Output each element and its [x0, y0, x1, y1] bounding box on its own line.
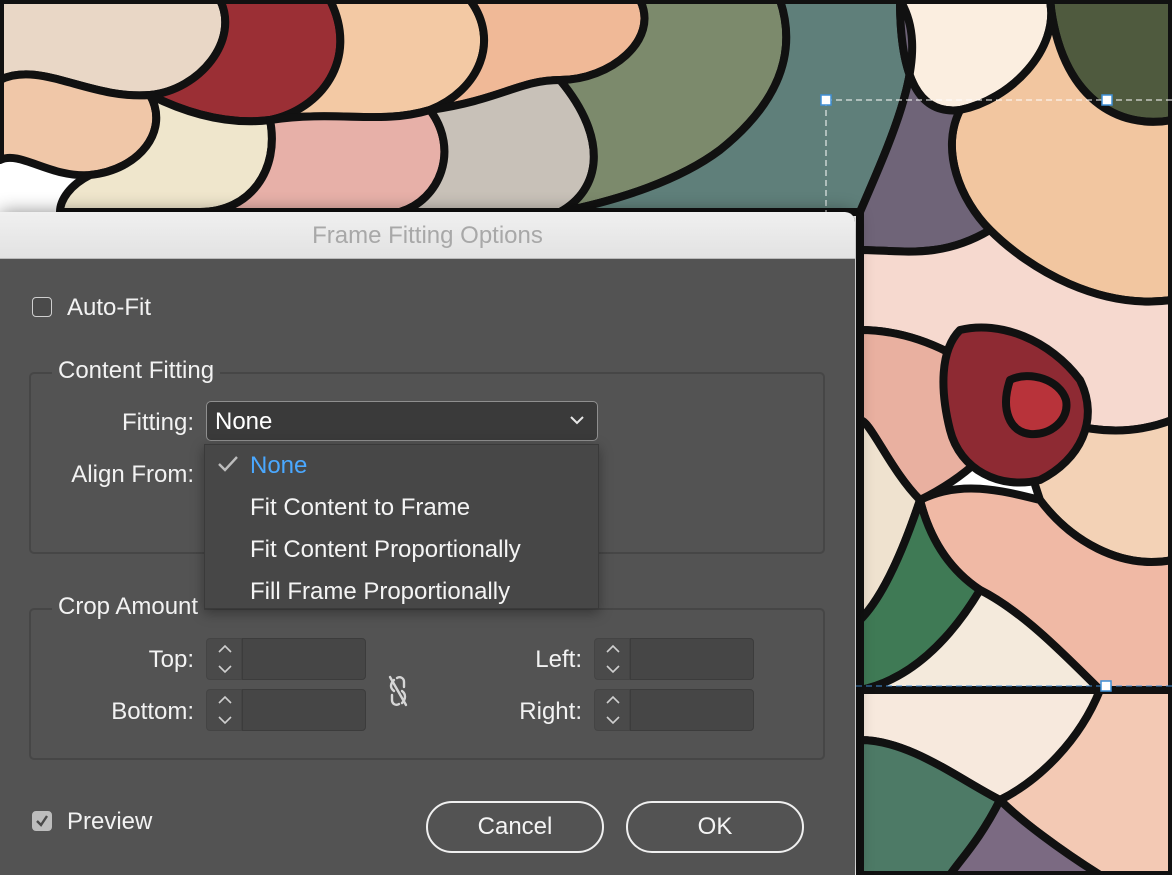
preview-label: Preview	[67, 808, 153, 835]
right-input[interactable]	[630, 689, 754, 731]
bottom-input[interactable]	[242, 689, 366, 731]
auto-fit-checkbox[interactable]	[32, 297, 52, 317]
crop-amount-group	[29, 608, 825, 760]
menu-item-fit-content-to-frame[interactable]: Fit Content to Frame	[250, 494, 470, 522]
checkmark-icon	[218, 456, 238, 472]
stepper-arrows-icon	[218, 644, 232, 674]
top-stepper[interactable]	[206, 638, 242, 680]
fitting-dropdown-value: None	[215, 408, 273, 435]
top-input[interactable]	[242, 638, 366, 680]
top-label: Top:	[148, 646, 194, 673]
align-from-label: Align From:	[71, 461, 194, 488]
dialog-titlebar[interactable]: Frame Fitting Options	[0, 212, 855, 259]
right-stepper[interactable]	[594, 689, 630, 731]
menu-item-none[interactable]: None	[250, 452, 307, 480]
stepper-arrows-icon	[606, 695, 620, 725]
bottom-stepper[interactable]	[206, 689, 242, 731]
left-label: Left:	[535, 646, 582, 673]
menu-item-fit-content-proportionally[interactable]: Fit Content Proportionally	[250, 536, 521, 564]
right-label: Right:	[519, 698, 582, 725]
bottom-label: Bottom:	[111, 698, 194, 725]
stepper-arrows-icon	[606, 644, 620, 674]
cancel-button[interactable]: Cancel	[426, 801, 604, 853]
fitting-options-menu: None Fit Content to Frame Fit Content Pr…	[204, 444, 599, 609]
left-stepper[interactable]	[594, 638, 630, 680]
content-fitting-title: Content Fitting	[52, 357, 221, 385]
frame-fitting-options-dialog: Frame Fitting Options Auto-Fit Content F…	[0, 212, 855, 875]
left-input[interactable]	[630, 638, 754, 680]
fitting-label: Fitting:	[121, 409, 194, 436]
chevron-down-icon	[570, 416, 584, 425]
dialog-title: Frame Fitting Options	[312, 222, 543, 249]
crop-amount-title: Crop Amount	[52, 593, 205, 621]
auto-fit-label: Auto-Fit	[67, 294, 152, 321]
stepper-arrows-icon	[218, 695, 232, 725]
ok-button[interactable]: OK	[626, 801, 804, 853]
preview-checkbox[interactable]	[32, 811, 52, 831]
fitting-dropdown[interactable]: None	[206, 401, 598, 441]
menu-item-fill-frame-proportionally[interactable]: Fill Frame Proportionally	[250, 578, 510, 606]
checkmark-icon	[36, 815, 48, 827]
chain-unlinked-icon[interactable]	[384, 674, 412, 708]
